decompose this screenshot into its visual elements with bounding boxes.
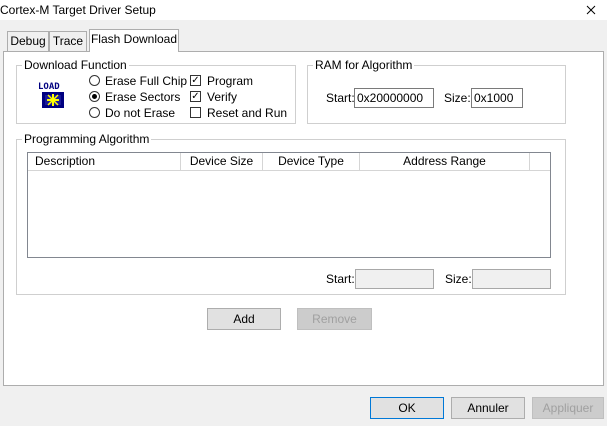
program-checkbox[interactable]: ✓ [190,75,201,86]
apply-button-label: Appliquer [542,401,594,415]
program-label: Program [207,74,254,88]
algorithm-list[interactable]: Description Device Size Device Type Addr… [27,152,551,258]
ram-start-label: Start: [326,91,355,105]
ram-size-input[interactable] [471,88,523,108]
programming-algorithm-title: Programming Algorithm [22,132,152,146]
column-header-label: Address Range [403,154,486,168]
verify-checkbox[interactable]: ✓ [190,91,201,102]
tab-label: Trace [52,34,84,48]
tab-trace[interactable]: Trace [49,31,87,51]
column-header-label: Device Size [189,154,254,168]
reset-and-run-checkbox[interactable] [190,107,201,118]
column-header-filler [530,153,550,171]
erase-full-chip-radio[interactable] [89,75,100,86]
title-bar: Cortex-M Target Driver Setup [0,0,607,20]
load-icon-text: LOAD [38,82,60,92]
algo-size-input[interactable] [472,269,551,289]
add-button[interactable]: Add [207,308,281,330]
close-icon[interactable] [582,2,600,18]
column-header-address-range[interactable]: Address Range [360,153,530,171]
ok-button[interactable]: OK [370,397,444,419]
cancel-button[interactable]: Annuler [451,397,525,419]
ok-button-label: OK [398,401,416,415]
erase-full-chip-label: Erase Full Chip [105,74,188,88]
ram-for-algorithm-title: RAM for Algorithm [313,58,415,72]
algo-size-label: Size: [445,272,472,286]
apply-button[interactable]: Appliquer [532,397,604,419]
algo-start-input[interactable] [355,269,434,289]
remove-button[interactable]: Remove [297,308,372,330]
window-title: Cortex-M Target Driver Setup [0,3,156,17]
tab-label: Flash Download [90,32,178,46]
algo-start-label: Start: [326,272,355,286]
add-button-label: Add [233,312,255,326]
remove-button-label: Remove [312,312,357,326]
column-header-label: Description [35,154,96,168]
cancel-button-label: Annuler [467,401,509,415]
column-header-device-size[interactable]: Device Size [181,153,263,171]
verify-label: Verify [207,90,238,104]
reset-and-run-label: Reset and Run [207,106,288,120]
tab-debug[interactable]: Debug [7,31,49,51]
ram-size-label: Size: [444,91,471,105]
do-not-erase-radio[interactable] [89,107,100,118]
tab-flash-download[interactable]: Flash Download [89,29,179,53]
do-not-erase-label: Do not Erase [105,106,176,120]
download-function-title: Download Function [22,58,129,72]
column-header-description[interactable]: Description [28,153,181,171]
erase-sectors-radio[interactable] [89,91,100,102]
load-icon: LOAD [37,80,71,110]
ram-start-input[interactable] [354,88,434,108]
tab-label: Debug [10,34,46,48]
erase-sectors-label: Erase Sectors [105,90,181,104]
column-header-device-type[interactable]: Device Type [263,153,360,171]
column-header-label: Device Type [278,154,344,168]
